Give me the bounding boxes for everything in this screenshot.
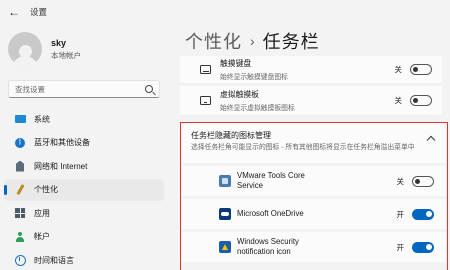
apps-icon (14, 207, 26, 219)
section-title: 任务栏隐藏的图标管理 (191, 131, 271, 140)
overflow-app-row-onedrive: Microsoft OneDrive 开 (181, 199, 446, 229)
sidebar-item-time-language[interactable]: 时间和语言 (4, 249, 164, 270)
taskbar-overflow-section: 任务栏隐藏的图标管理 选择任务栏角可能显示的图标 - 所有其他图标将显示在任务栏… (180, 122, 448, 270)
sidebar-item-system[interactable]: 系统 (4, 108, 164, 130)
avatar (8, 32, 42, 70)
back-arrow-icon[interactable]: ← (8, 5, 26, 19)
toggle-state-label: 开 (396, 242, 405, 252)
onedrive-icon (219, 208, 231, 220)
setting-description: 始终显示虚拟触摸板图标 (220, 104, 295, 112)
personalization-pen-icon (14, 184, 26, 196)
bluetooth-icon: ᛒ (14, 137, 26, 149)
sidebar-item-label: 个性化 (34, 185, 58, 194)
sidebar: sky 本地帐户 查找设置 系统 ᛒ 蓝牙和其他设备 网络和 Internet … (0, 24, 170, 270)
sidebar-item-label: 时间和语言 (34, 255, 74, 265)
page-title: 任务栏 (262, 32, 320, 52)
overflow-app-row-vmware: VMware Tools Core Service 关 (181, 166, 446, 196)
search-icon (145, 85, 153, 93)
breadcrumb-parent[interactable]: 个性化 (185, 28, 242, 54)
setting-description: 始终显示触摸键盘图标 (220, 73, 288, 81)
section-description: 选择任务栏角可能显示的图标 - 所有其他图标将显示在任务栏角溢出菜单中 (191, 144, 415, 151)
virtual-touchpad-toggle[interactable] (410, 95, 432, 106)
sidebar-item-label: 系统 (34, 114, 50, 124)
sidebar-item-label: 蓝牙和其他设备 (34, 138, 90, 147)
sidebar-item-personalization[interactable]: 个性化 (4, 178, 164, 201)
system-icon (14, 113, 26, 125)
section-header[interactable]: 任务栏隐藏的图标管理 选择任务栏角可能显示的图标 - 所有其他图标将显示在任务栏… (181, 123, 446, 163)
sidebar-nav: 系统 ᛒ 蓝牙和其他设备 网络和 Internet 个性化 应用 帐户 时间和语… (4, 108, 164, 270)
breadcrumb-separator: › (250, 33, 255, 49)
windows-security-icon (219, 241, 231, 253)
app-name: VMware Tools Core Service (237, 171, 305, 190)
breadcrumb: 个性化 › 任务栏 (185, 28, 320, 54)
vmware-icon (219, 175, 231, 187)
windows-security-toggle[interactable] (412, 241, 434, 253)
network-icon (14, 160, 26, 172)
app-name: Windows Security notification icon (237, 237, 299, 256)
sidebar-item-accounts[interactable]: 帐户 (4, 226, 164, 248)
overflow-app-row-windows-security: Windows Security notification icon 开 (181, 232, 446, 262)
profile-name: sky (51, 37, 67, 48)
search-input[interactable]: 查找设置 (8, 80, 160, 98)
sidebar-item-network[interactable]: 网络和 Internet (4, 155, 164, 177)
title-bar: ← 设置 (0, 0, 450, 24)
setting-row-virtual-touchpad: 虚拟触摸板 始终显示虚拟触摸板图标 关 (180, 86, 442, 116)
search-placeholder: 查找设置 (15, 84, 45, 94)
sidebar-item-label: 帐户 (34, 232, 50, 241)
app-name: Microsoft OneDrive (237, 209, 304, 218)
sidebar-item-apps[interactable]: 应用 (4, 202, 164, 224)
window-title: 设置 (30, 7, 48, 17)
toggle-state-label: 关 (394, 96, 403, 105)
user-profile[interactable]: sky 本地帐户 (8, 32, 81, 70)
account-icon (14, 231, 26, 243)
profile-account-type: 本地帐户 (51, 50, 81, 60)
setting-title: 触摸键盘 (220, 59, 252, 69)
onedrive-toggle[interactable] (412, 208, 434, 220)
toggle-state-label: 关 (396, 176, 405, 186)
sidebar-item-bluetooth[interactable]: ᛒ 蓝牙和其他设备 (4, 132, 164, 154)
touchpad-icon (200, 96, 211, 105)
sidebar-item-label: 网络和 Internet (34, 161, 88, 171)
toggle-state-label: 开 (396, 209, 405, 219)
toggle-state-label: 关 (394, 65, 403, 74)
time-language-icon (14, 254, 26, 266)
chevron-up-icon[interactable] (426, 135, 436, 145)
setting-title: 虚拟触摸板 (220, 90, 259, 100)
keyboard-icon (200, 65, 211, 74)
setting-row-touch-keyboard: 触摸键盘 始终显示触摸键盘图标 关 (180, 56, 442, 84)
touch-keyboard-toggle[interactable] (410, 64, 432, 75)
sidebar-item-label: 应用 (34, 208, 50, 218)
vmware-toggle[interactable] (412, 175, 434, 187)
